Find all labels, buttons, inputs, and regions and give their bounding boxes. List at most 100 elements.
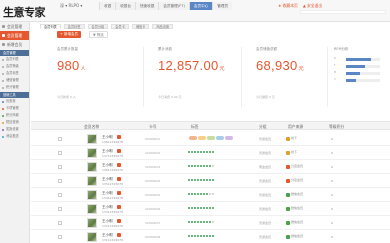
row-checkbox[interactable] — [58, 151, 62, 155]
tab-member-group[interactable]: 会员分组 — [87, 24, 109, 29]
rfm-bar-track — [346, 65, 380, 68]
source-icon — [286, 165, 290, 169]
rating-dot-icon — [212, 193, 214, 195]
shop-selector[interactable]: 深 ▾ RLPO ▾ — [60, 3, 82, 9]
wallet-icon — [2, 79, 4, 82]
top-search-bar[interactable] — [300, 10, 386, 14]
rating-dot-icon — [203, 179, 205, 181]
member-source: 微信会员 — [286, 220, 303, 225]
sidebar-sub-coupon[interactable]: 优惠券 — [0, 98, 29, 105]
sidebar-sub-reward[interactable]: 奖励设置 — [0, 126, 29, 133]
rfm-bar-track — [346, 72, 380, 75]
top-tab-cashier[interactable]: 收银 — [99, 2, 116, 10]
sidebar-item-new-member[interactable]: 新增会员 — [0, 40, 29, 49]
rating-dot-icon — [188, 235, 190, 237]
row-checkbox[interactable] — [58, 207, 62, 211]
sidebar-item-label: 会员管理 — [7, 24, 23, 29]
member-phone: 13312345678 — [102, 210, 123, 214]
row-checkbox[interactable] — [58, 235, 62, 239]
col-tags[interactable]: 标签 — [191, 124, 199, 130]
col-source[interactable]: 用户来源 — [288, 124, 303, 130]
sidebar-sub-mall[interactable]: 积分商城 — [0, 112, 29, 119]
table-row[interactable]: 王小明 13212345678 00000007 普通会员 微信会员 0 — [31, 216, 390, 230]
filter-button[interactable]: ▼ 筛选 — [89, 31, 108, 38]
table-row[interactable]: 王小明 13412345678 00000005 普通会员 微信会员 0 — [31, 188, 390, 202]
table-row[interactable]: 王小明 13612345678 00000003 黄金会员 分店会员 0 — [31, 160, 390, 174]
stat-label: 会员储值总额 — [256, 47, 277, 51]
logout-link[interactable]: ▲ 安全退出 — [303, 3, 322, 9]
rating-dot-icon — [200, 207, 202, 209]
sidebar-item-member-mgmt[interactable]: 会员管理 — [0, 31, 29, 40]
row-checkbox[interactable] — [58, 137, 62, 141]
rating-dot-icon — [209, 151, 211, 153]
col-member-name[interactable]: 会员名称 — [84, 124, 99, 130]
row-checkbox[interactable] — [58, 193, 62, 197]
tag-chip[interactable] — [207, 136, 215, 140]
sidebar-sub-member-tag[interactable]: 会员标签 — [0, 70, 29, 77]
top-tab-quick-cash[interactable]: 快速收银 — [134, 2, 159, 10]
add-member-button[interactable]: + 新增会员 — [57, 31, 82, 38]
col-points[interactable]: 等级积分 — [329, 124, 344, 130]
sidebar-sub-stored-value[interactable]: 储值管理 — [0, 77, 29, 84]
vip-badge-icon — [117, 205, 121, 209]
table-row[interactable]: 王小明 13512345678 00000004 普通会员 分店会员 0 — [31, 174, 390, 188]
tab-member-list[interactable]: 会员列表 — [40, 24, 61, 29]
rating-dot-icon — [188, 151, 190, 153]
sidebar-sub-card[interactable]: 卡项管理 — [0, 105, 29, 112]
member-rating — [188, 221, 214, 223]
top-tab-member-mgmt[interactable]: 会员管理(F7) — [158, 2, 189, 10]
vip-badge-icon — [117, 177, 121, 181]
table-row[interactable]: 王小明 13112345678 00000008 普通会员 微信会员 0 — [31, 230, 390, 243]
col-group[interactable]: 分组 — [259, 124, 267, 130]
row-checkbox[interactable] — [58, 179, 62, 183]
tab-stored-card[interactable]: 储值卡 — [131, 24, 150, 29]
rfm-title: RFM分析 — [334, 47, 349, 51]
col-card-no[interactable]: 卡号 — [149, 124, 157, 130]
rating-dot-icon — [188, 179, 190, 181]
table-row[interactable]: 王小明 13812345678 00000001 普通会员 线下 0 — [31, 132, 390, 146]
sidebar-sub-member-level[interactable]: 会员等级 — [0, 63, 29, 70]
rating-dot-icon — [194, 179, 196, 181]
row-checkbox[interactable] — [58, 221, 62, 225]
sidebar-sub-label: 会员标签 — [6, 71, 19, 75]
sidebar-sub-push[interactable]: 消息推送 — [0, 133, 29, 140]
rating-dot-icon — [212, 221, 214, 223]
avatar — [87, 148, 97, 158]
sidebar-item-member[interactable]: 会员管理 — [0, 22, 29, 31]
app-logo[interactable]: 生意专家 — [3, 4, 46, 20]
tag-chip[interactable] — [225, 136, 233, 140]
tag-chip[interactable] — [198, 136, 206, 140]
main-content: 会员列表 会员标签 会员分组 会员卡 储值卡 商品设置 + 新增会员 ▼ 筛选 … — [31, 22, 390, 243]
tab-member-card[interactable]: 会员卡 — [111, 24, 129, 29]
member-source: 微信会员 — [286, 234, 303, 239]
favorite-link[interactable]: ★ 收藏本页 — [278, 3, 298, 9]
sidebar-sub-member-list[interactable]: 会员列表 — [0, 56, 29, 63]
sidebar-sub-points[interactable]: 积分管理 — [0, 84, 29, 91]
tag-chip[interactable] — [216, 136, 224, 140]
tag-chip[interactable] — [189, 136, 197, 140]
rating-dot-icon — [209, 193, 211, 195]
bell-icon — [2, 135, 4, 138]
rating-dot-icon — [194, 207, 196, 209]
rfm-bar-track — [346, 79, 380, 82]
top-tab-cash-desk[interactable]: 收银台 — [115, 2, 135, 10]
rfm-bar-label: V — [334, 78, 336, 81]
member-points: 0 — [331, 193, 333, 197]
rating-dot-icon — [206, 193, 208, 195]
top-tab-admin[interactable]: 管理员 — [212, 2, 233, 10]
table-row[interactable]: 王小明 13312345678 00000006 普通会员 微信会员 0 — [31, 202, 390, 216]
rating-dot-icon — [197, 165, 199, 167]
avatar — [87, 232, 97, 242]
tab-member-tag[interactable]: 会员标签 — [63, 24, 85, 29]
member-group: 普通会员 — [259, 179, 272, 183]
stat-member-count: 会员累计数量 980人 今日新增 0 人 — [57, 47, 127, 109]
rating-dot-icon — [203, 207, 205, 209]
top-tab-member-center[interactable]: 会员中心 — [188, 2, 213, 10]
table-row[interactable]: 王小明 13712345678 00000002 普通会员 线下 0 — [31, 146, 390, 160]
sidebar-sub-sms[interactable]: 短信营销 — [0, 119, 29, 126]
member-points: 0 — [331, 151, 333, 155]
row-checkbox[interactable] — [58, 165, 62, 169]
tab-goods-settings[interactable]: 商品设置 — [152, 24, 174, 29]
stat-unit: 人 — [80, 66, 86, 72]
member-phone: 13712345678 — [102, 154, 123, 158]
